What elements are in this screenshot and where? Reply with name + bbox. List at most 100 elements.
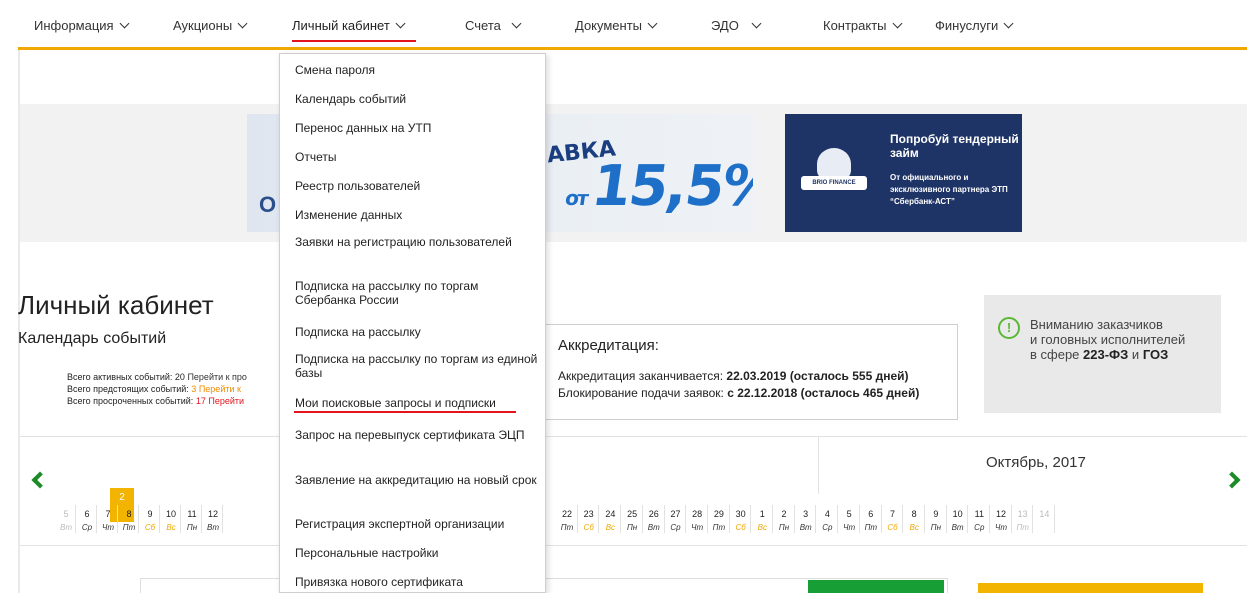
calendar-day-right-8[interactable]: 30 <box>730 509 752 519</box>
menu-item-expert-org-registration[interactable]: Регистрация экспертной организации <box>295 517 540 531</box>
calendar-weekday-right-1: Сб <box>583 523 594 532</box>
nav-item-auctions[interactable]: Аукционы <box>173 18 248 33</box>
calendar-weekday-right-17: Пн <box>930 523 941 532</box>
calendar-day-right-15[interactable]: 7 <box>882 509 904 519</box>
calendar-prev-arrow-icon[interactable] <box>31 471 49 489</box>
active-events-stat: Всего активных событий: 20 Перейти к про <box>67 372 247 382</box>
calendar-weekday-right-20: Чт <box>994 523 1008 532</box>
calendar-weekday-left-1: Ср <box>81 523 93 532</box>
calendar-day-right-16[interactable]: 8 <box>903 509 925 519</box>
page-root: Информация Аукционы Личный кабинет Счета… <box>0 0 1247 593</box>
calendar-weekday-left-7: Вт <box>207 523 219 532</box>
calendar-weekday-left-5: Вс <box>166 523 176 532</box>
overdue-events-stat: Всего просроченных событий: 17 Перейти <box>67 396 244 406</box>
nav-item-personal-account[interactable]: Личный кабинет <box>292 18 406 33</box>
calendar-day-right-21[interactable]: 13 <box>1012 509 1034 519</box>
calendar-day-right-18[interactable]: 10 <box>947 509 969 519</box>
accreditation-blocking-value: с 22.12.2018 (осталось 465 дней) <box>727 386 920 400</box>
menu-item-certificate-reissue[interactable]: Запрос на перевыпуск сертификата ЭЦП <box>295 428 540 442</box>
chevron-down-icon <box>647 18 658 29</box>
calendar-weekday-right-5: Ср <box>670 523 681 532</box>
calendar-cell-divider <box>222 505 223 533</box>
rate-banner-prefix: от <box>563 186 589 210</box>
nav-item-finservices[interactable]: Финуслуги <box>935 18 1014 33</box>
nav-item-contracts[interactable]: Контракты <box>823 18 902 33</box>
calendar-day-right-19[interactable]: 11 <box>968 509 990 519</box>
upcoming-events-stat: Всего предстоящих событий: 3 Перейти к <box>67 384 241 394</box>
bottom-green-button[interactable] <box>808 580 944 593</box>
calendar-bottom-border <box>20 545 1247 546</box>
nav-item-accounts[interactable]: Счета <box>465 18 522 33</box>
calendar-day-right-11[interactable]: 3 <box>795 509 817 519</box>
menu-item-change-password[interactable]: Смена пароля <box>295 63 540 77</box>
menu-item-reaccreditation-request[interactable]: Заявление на аккредитацию на новый срок <box>295 473 540 487</box>
menu-item-mailing-subscription[interactable]: Подписка на рассылку <box>295 325 540 339</box>
calendar-day-right-10[interactable]: 2 <box>773 509 795 519</box>
stat-label: Всего активных событий: 20 <box>67 372 185 382</box>
accreditation-expiry-value: 22.03.2019 (осталось 555 дней) <box>726 369 909 383</box>
menu-item-user-registration-requests[interactable]: Заявки на регистрацию пользователей <box>295 235 540 249</box>
calendar-day-right-6[interactable]: 28 <box>686 509 708 519</box>
calendar-day-right-20[interactable]: 12 <box>990 509 1012 519</box>
stat-link[interactable]: Перейти к про <box>187 372 246 382</box>
menu-item-sberbank-mailing[interactable]: Подписка на рассылку по торгам Сбербанка… <box>295 279 540 307</box>
calendar-day-left-5[interactable]: 10 <box>160 509 182 519</box>
personal-account-dropdown: Смена пароля Календарь событий Перенос д… <box>279 53 546 593</box>
calendar-day-right-13[interactable]: 5 <box>838 509 860 519</box>
calendar-day-right-1[interactable]: 23 <box>578 509 600 519</box>
bottom-orange-button[interactable] <box>978 583 1203 593</box>
calendar-day-left-6[interactable]: 11 <box>181 509 203 519</box>
calendar-day-left-7[interactable]: 12 <box>202 509 224 519</box>
calendar-day-right-7[interactable]: 29 <box>708 509 730 519</box>
calendar-day-right-3[interactable]: 25 <box>621 509 643 519</box>
stat-link[interactable]: Перейти <box>208 396 244 406</box>
calendar-day-right-5[interactable]: 27 <box>665 509 687 519</box>
calendar-day-right-9[interactable]: 1 <box>751 509 773 519</box>
calendar-weekday-right-18: Вт <box>951 523 964 532</box>
accreditation-title: Аккредитация: <box>558 337 659 354</box>
nav-item-information[interactable]: Информация <box>34 18 130 33</box>
calendar-weekday-right-7: Пт <box>712 523 726 532</box>
stat-link[interactable]: Перейти к <box>199 384 241 394</box>
menu-item-my-search-queries[interactable]: Мои поисковые запросы и подписки <box>295 396 540 410</box>
top-navigation: Информация Аукционы Личный кабинет Счета… <box>18 0 1247 50</box>
calendar-day-right-0[interactable]: 22 <box>556 509 578 519</box>
accreditation-expiry: Аккредитация заканчивается: 22.03.2019 (… <box>558 369 909 383</box>
calendar-next-arrow-icon[interactable] <box>1223 471 1241 489</box>
calendar-weekday-right-11: Вт <box>799 523 812 532</box>
calendar-weekday-right-12: Ср <box>822 523 833 532</box>
calendar-day-left-4[interactable]: 9 <box>139 509 161 519</box>
nav-item-edo[interactable]: ЭДО <box>711 18 762 33</box>
calendar-day-right-2[interactable]: 24 <box>599 509 621 519</box>
menu-item-edit-data[interactable]: Изменение данных <box>295 208 540 222</box>
rate-banner-percent: 15,5% <box>587 154 753 219</box>
calendar-day-left-2[interactable]: 7 <box>97 509 119 519</box>
stat-count: 3 <box>191 384 197 394</box>
notice-prefix: в сфере <box>1030 347 1080 362</box>
menu-item-reports[interactable]: Отчеты <box>295 150 540 164</box>
calendar-day-left-3[interactable]: 8 <box>118 509 140 519</box>
calendar-day-right-12[interactable]: 4 <box>816 509 838 519</box>
menu-item-bind-certificate[interactable]: Привязка нового сертификата <box>295 575 540 589</box>
menu-item-user-registry[interactable]: Реестр пользователей <box>295 179 540 193</box>
calendar-day-right-4[interactable]: 26 <box>643 509 665 519</box>
calendar-day-right-22[interactable]: 14 <box>1033 509 1055 519</box>
calendar-day-left-1[interactable]: 6 <box>76 509 98 519</box>
highlighted-item-underline <box>294 411 516 413</box>
stat-count: 17 <box>195 396 206 406</box>
nav-item-documents[interactable]: Документы <box>575 18 658 33</box>
notice-box[interactable]: ! Вниманию заказчиков и головных исполни… <box>984 295 1221 413</box>
calendar-weekday-right-8: Сб <box>735 523 746 532</box>
menu-item-events-calendar[interactable]: Календарь событий <box>295 92 540 106</box>
calendar-day-left-0[interactable]: 5 <box>55 509 77 519</box>
notice-highlight-2: ГОЗ <box>1142 347 1169 362</box>
calendar-weekday-left-3: Пт <box>122 523 136 532</box>
loan-banner[interactable]: BRIO FINANCE Попробуй тендерный займ От … <box>785 114 1022 232</box>
calendar-day-right-17[interactable]: 9 <box>925 509 947 519</box>
calendar-cell-divider <box>1054 505 1056 533</box>
rate-banner-value: от15,5% <box>562 154 753 219</box>
menu-item-personal-settings[interactable]: Персональные настройки <box>295 546 540 560</box>
calendar-day-right-14[interactable]: 6 <box>860 509 882 519</box>
menu-item-data-transfer[interactable]: Перенос данных на УТП <box>295 121 540 135</box>
menu-item-unified-base-mailing[interactable]: Подписка на рассылку по торгам из единой… <box>295 352 540 380</box>
